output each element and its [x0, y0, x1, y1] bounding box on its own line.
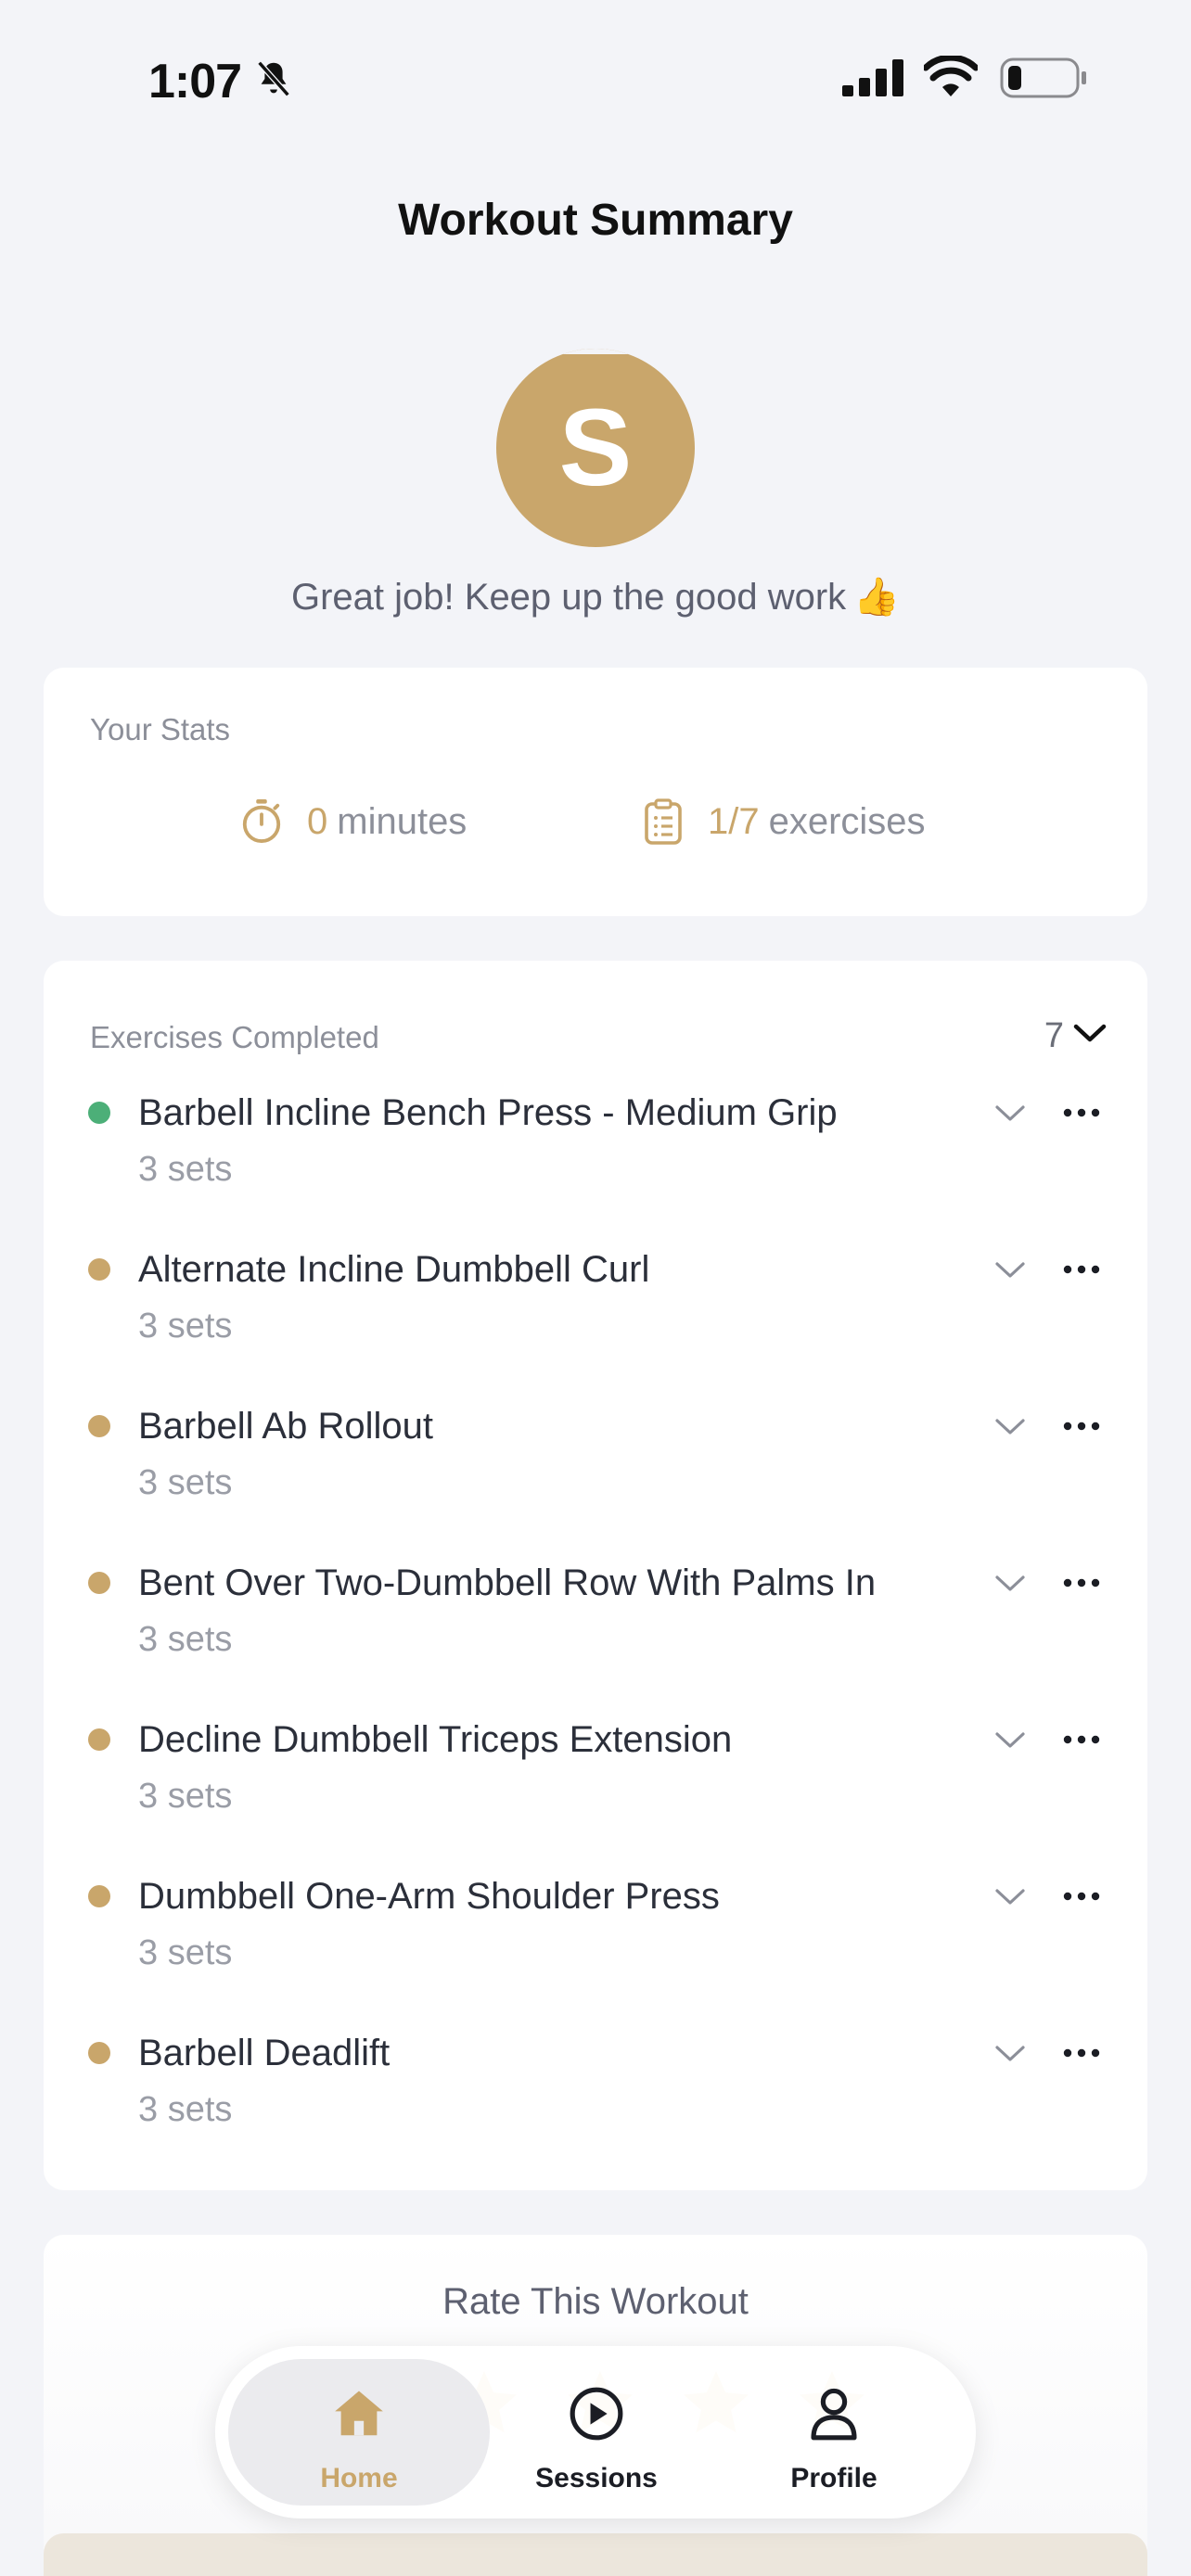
exercises-card: Exercises Completed 7 Barbell Incline Be… [44, 961, 1147, 2190]
more-options-icon[interactable] [1062, 1734, 1101, 1745]
exercise-sets: 3 sets [138, 2090, 233, 2129]
minutes-value: 0 [307, 800, 328, 842]
status-dot [88, 1728, 110, 1751]
tab-bar: Home Sessions Profile [215, 2346, 976, 2519]
status-dot [88, 1415, 110, 1437]
tab-sessions[interactable]: Sessions [466, 2359, 727, 2506]
status-dot [88, 1258, 110, 1281]
more-options-icon[interactable] [1062, 1891, 1101, 1902]
more-options-icon[interactable] [1062, 1264, 1101, 1275]
thumbs-up-icon: 👍 [853, 577, 900, 618]
more-options-icon[interactable] [1062, 1421, 1101, 1432]
clipboard-icon [645, 798, 682, 845]
exercise-name: Barbell Deadlift [138, 2033, 391, 2073]
tab-sessions-label: Sessions [535, 2463, 658, 2493]
status-dot [88, 1885, 110, 1907]
page-title: Workout Summary [398, 196, 793, 245]
minutes-unit: minutes [337, 800, 467, 842]
chevron-down-icon[interactable] [992, 1256, 1029, 1282]
exercise-sets: 3 sets [138, 1463, 233, 1502]
home-icon [335, 2391, 383, 2436]
exercise-sets: 3 sets [138, 1620, 233, 1659]
wifi-icon [924, 56, 978, 96]
exercise-sets: 3 sets [138, 1307, 233, 1345]
more-options-icon[interactable] [1062, 1577, 1101, 1588]
cellular-signal-icon [842, 59, 903, 96]
chevron-down-icon[interactable] [992, 1413, 1029, 1439]
exercise-item[interactable]: Bent Over Two-Dumbbell Row With Palms In… [44, 1546, 1147, 1685]
stats-label: Your Stats [90, 712, 231, 746]
bottom-action-button[interactable] [44, 2533, 1147, 2576]
status-dot [88, 1102, 110, 1124]
stat-minutes: 0 minutes [240, 797, 467, 846]
person-icon [811, 2388, 857, 2441]
more-options-icon[interactable] [1062, 2047, 1101, 2059]
exercise-item[interactable]: Barbell Ab Rollout 3 sets [44, 1389, 1147, 1528]
tab-home[interactable]: Home [228, 2359, 490, 2506]
chevron-down-icon[interactable] [992, 1727, 1029, 1753]
chevron-down-icon[interactable] [1071, 1020, 1108, 1046]
exercise-name: Bent Over Two-Dumbbell Row With Palms In [138, 1562, 877, 1603]
rating-title: Rate This Workout [442, 2281, 749, 2322]
status-time: 1:07 [148, 55, 242, 108]
tab-profile[interactable]: Profile [703, 2359, 965, 2506]
status-dot [88, 2042, 110, 2064]
exercises-unit: exercises [768, 800, 926, 842]
exercise-item[interactable]: Alternate Incline Dumbbell Curl 3 sets [44, 1232, 1147, 1371]
status-dot [88, 1572, 110, 1594]
play-circle-icon [570, 2387, 623, 2441]
chevron-down-icon[interactable] [992, 1883, 1029, 1909]
battery-icon [1000, 57, 1086, 98]
exercise-item[interactable]: Barbell Deadlift 3 sets [44, 2016, 1147, 2155]
exercise-name: Barbell Incline Bench Press - Medium Gri… [138, 1092, 838, 1133]
tab-profile-label: Profile [790, 2463, 877, 2493]
chevron-down-icon[interactable] [992, 2040, 1029, 2066]
exercise-name: Decline Dumbbell Triceps Extension [138, 1719, 733, 1760]
exercise-sets: 3 sets [138, 1933, 233, 1972]
exercise-item[interactable]: Decline Dumbbell Triceps Extension 3 set… [44, 1702, 1147, 1842]
status-bar: 1:07 [0, 0, 1191, 158]
chevron-down-icon[interactable] [992, 1570, 1029, 1596]
exercise-item[interactable]: Barbell Incline Bench Press - Medium Gri… [44, 1076, 1147, 1215]
stopwatch-icon [242, 799, 281, 843]
encouragement-message: Great job! Keep up the good work 👍 [0, 575, 1191, 618]
exercise-sets: 3 sets [138, 1150, 233, 1189]
exercise-sets: 3 sets [138, 1777, 233, 1816]
chevron-down-icon[interactable] [992, 1100, 1029, 1126]
bell-slash-icon [257, 60, 290, 97]
exercises-value: 1/7 [708, 800, 760, 842]
exercise-item[interactable]: Dumbbell One-Arm Shoulder Press 3 sets [44, 1859, 1147, 1998]
avatar: S [496, 349, 695, 547]
encouragement-text: Great job! Keep up the good work [291, 577, 847, 618]
exercise-name: Dumbbell One-Arm Shoulder Press [138, 1876, 720, 1917]
exercise-name: Alternate Incline Dumbbell Curl [138, 1249, 650, 1290]
more-options-icon[interactable] [1062, 1107, 1101, 1118]
stats-card: Your Stats 0 minutes 1/7 exercises [44, 668, 1147, 916]
tab-home-label: Home [320, 2463, 398, 2493]
stat-exercises: 1/7 exercises [643, 797, 926, 846]
exercises-label: Exercises Completed [90, 1020, 379, 1054]
exercises-count: 7 [1044, 1016, 1064, 1055]
exercise-name: Barbell Ab Rollout [138, 1406, 433, 1447]
